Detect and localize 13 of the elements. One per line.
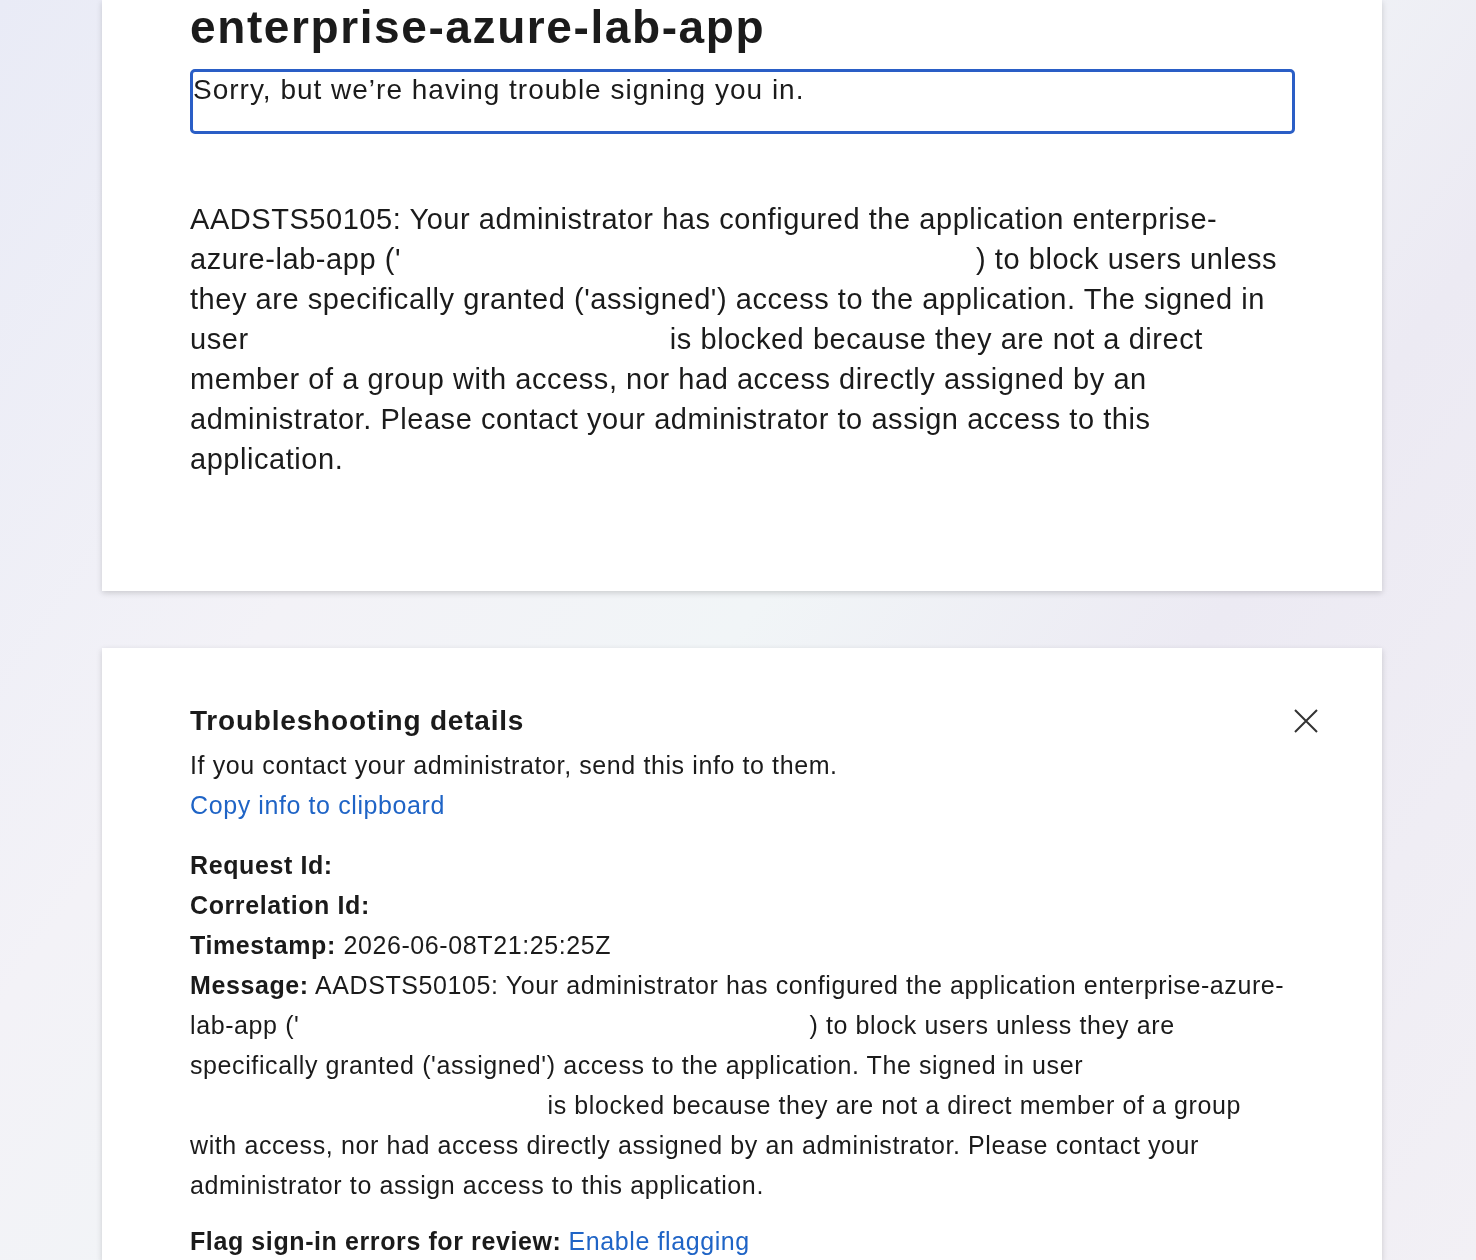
intro-text: If you contact your administrator, send this info to them.: [190, 750, 838, 781]
app-title: enterprise-azure-lab-app: [190, 0, 766, 54]
troubleshooting-title: Troubleshooting details: [190, 704, 525, 738]
error-message: AADSTS50105: Your administrator has configured the application enterprise-azure-lab-app (' ) to block users unless they are specifically granted ('assigned') access to the application. The signed in user is blocked because they are not a direct member of a group with access, nor had access directly assigned by an administrator. Please contact your administrator to assign access to this application.: [190, 202, 1279, 477]
error-heading: Sorry, but we’re having trouble signing you in.: [190, 69, 1295, 134]
message-text: Message: AADSTS50105: Your administrator has configured the application enterprise-azure-lab-app (' ) to block users unless they are specifically granted ('assigned') access to the application. The signed in user is blocked because they are not a direct member of a group with access, nor had access directly assigned by an administrator. Please contact your administrator to assign access to this application.: [190, 970, 1286, 1201]
copy-info-link[interactable]: Copy info to clipboard: [190, 785, 445, 825]
flag-label: Flag sign-in errors for review:: [190, 1226, 562, 1257]
enable-flagging-link[interactable]: Enable flagging: [568, 1221, 750, 1260]
close-icon: [1294, 709, 1318, 733]
detail-text: Timestamp: 2026-06-08T21:25:25Z: [190, 930, 612, 961]
detail-text: Correlation Id:: [190, 890, 370, 921]
detail-text: Request Id:: [190, 850, 333, 881]
